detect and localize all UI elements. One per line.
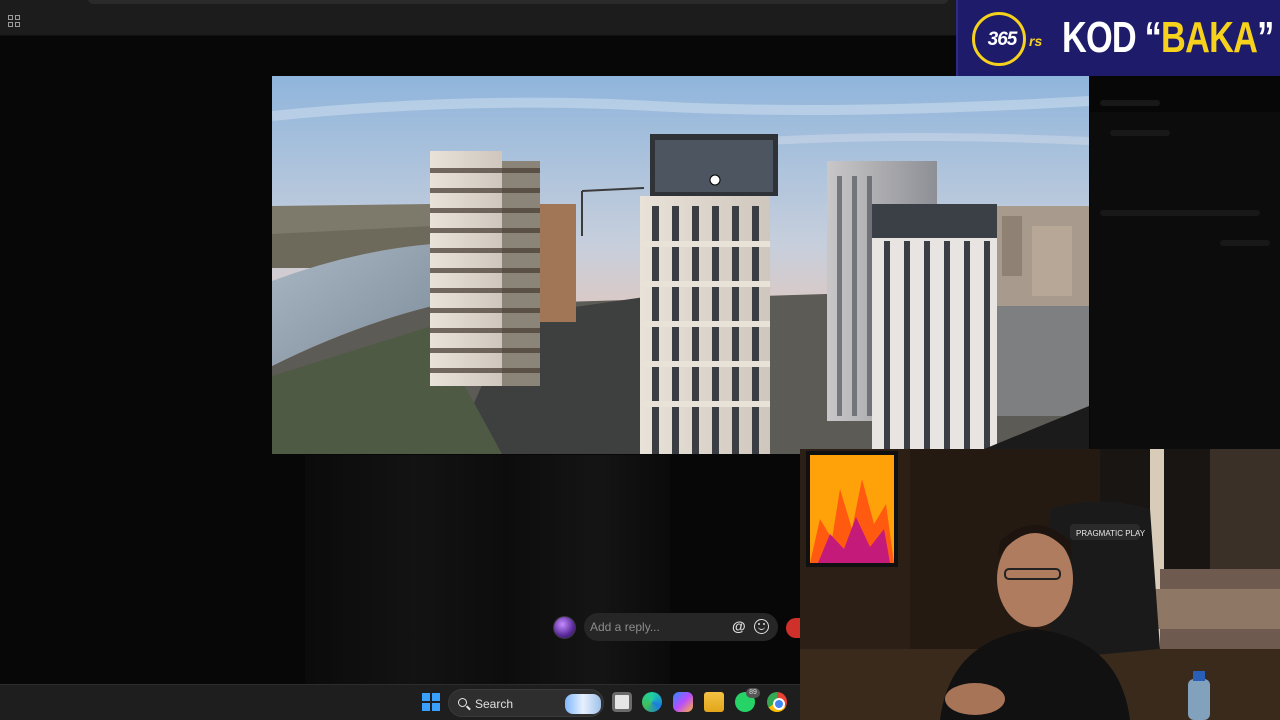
taskbar-search[interactable]: Search [448,689,604,717]
photo-city-towers [272,76,1089,454]
search-highlight-icon [565,694,601,714]
hand-pointer-icon [709,174,721,186]
smile-icon[interactable] [754,619,769,634]
search-icon [458,698,467,707]
logo-number: 365 [987,29,1018,50]
address-bar[interactable] [88,0,948,4]
logo-suffix: rs [1029,33,1043,49]
reply-placeholder: Add a reply... [590,620,660,634]
chrome-icon[interactable] [767,692,787,712]
background-text-line [1100,100,1160,106]
background-text-line [1100,210,1260,216]
banner-title-highlight: BAKA [1161,13,1258,62]
copilot-icon[interactable] [673,692,693,712]
background-text-line [1220,240,1270,246]
background-text-line [1110,130,1170,136]
screen: Add a reply... @ Search 89 PRAGMATIC PLA… [0,0,1280,720]
webcam-feed: PRAGMATIC PLAY [800,449,1280,720]
windows-start-icon[interactable] [422,693,440,711]
webcam-overlay: PRAGMATIC PLAY [800,449,1280,720]
taskbar-search-label: Search [475,697,514,711]
banner-title-suffix: ” [1257,13,1274,62]
file-explorer-icon[interactable] [704,692,724,712]
mention-icon[interactable]: @ [732,618,746,634]
banner-title: KOD “BAKA” [1062,10,1274,66]
windows-taskbar: Search [0,684,800,720]
avatar[interactable] [553,616,576,639]
brand-banner: 365 rs KOD “BAKA” [956,0,1280,76]
background-post-image [305,455,670,685]
reply-input[interactable]: Add a reply... @ [584,613,778,641]
brand-logo: 365 [972,12,1026,66]
edge-icon[interactable] [642,692,662,712]
image-viewer[interactable] [272,76,1089,454]
whatsapp-badge: 89 [746,688,760,698]
background-side-panel [1090,112,1280,482]
send-button[interactable] [786,618,800,638]
task-view-icon[interactable] [612,692,632,712]
banner-title-prefix: KOD “ [1062,13,1162,62]
grid-icon[interactable] [8,15,20,27]
chair-brand-text: PRAGMATIC PLAY [1076,529,1146,538]
